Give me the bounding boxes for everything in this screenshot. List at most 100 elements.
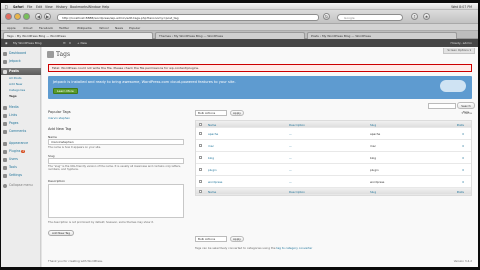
bookmark-item[interactable]: Wikipedia <box>77 26 92 30</box>
users-icon <box>3 157 7 162</box>
sidebar-item-appearance[interactable]: Appearance <box>1 140 41 147</box>
tag-posts-count[interactable]: 0 <box>462 180 464 184</box>
menu-help[interactable]: Help <box>102 5 109 9</box>
search-tags-button[interactable]: Search Tags <box>457 102 475 114</box>
search-field[interactable]: Google <box>337 13 403 21</box>
search-tags-input[interactable] <box>428 103 456 109</box>
sidebar-item-pages[interactable]: Pages <box>1 120 41 127</box>
column-slug[interactable]: Slug <box>370 123 376 127</box>
sidebar-item-users[interactable]: Users <box>1 156 41 163</box>
address-bar[interactable]: http://localhost:8888/wordpress/wp-admin… <box>57 13 319 21</box>
admin-bar-user[interactable]: Howdy, admin <box>450 41 472 45</box>
tab-themes[interactable]: Themes ‹ My WordPress Blog — WordPress <box>155 32 305 39</box>
column-slug[interactable]: Slug <box>370 190 376 194</box>
mac-menu-bar:  Safari File Edit View History Bookmark… <box>1 3 478 10</box>
tag-posts-count[interactable]: 0 <box>462 168 464 172</box>
menu-bookmarks[interactable]: Bookmarks <box>70 5 88 9</box>
bookmark-item[interactable]: Apple <box>7 26 16 30</box>
sidebar-item-tools[interactable]: Tools <box>1 164 41 171</box>
tab-posts[interactable]: Posts ‹ My WordPress Blog — WordPress <box>307 32 457 39</box>
admin-bar-new[interactable]: + New <box>77 41 87 45</box>
forward-arrow-icon[interactable]: ▶ <box>44 13 51 20</box>
sidebar-subitem-all-posts[interactable]: All Posts <box>1 76 41 82</box>
tag-posts-count[interactable]: 0 <box>462 156 464 160</box>
add-new-tag-button[interactable]: Add New Tag <box>48 230 75 236</box>
tag-name-link[interactable]: apache <box>208 132 218 136</box>
column-description[interactable]: Description <box>289 123 305 127</box>
sidebar-subitem-categories[interactable]: Categories <box>1 88 41 94</box>
bookmark-item[interactable]: iCloud <box>23 26 32 30</box>
sidebar-item-comments[interactable]: Comments <box>1 128 41 135</box>
tag-name-link[interactable]: blog <box>208 156 214 160</box>
bookmark-item[interactable]: News <box>115 26 123 30</box>
tab-tags[interactable]: Tags ‹ My WordPress Blog — WordPress <box>3 32 153 39</box>
column-posts[interactable]: Posts <box>457 190 464 194</box>
row-checkbox[interactable] <box>199 180 202 183</box>
row-checkbox[interactable] <box>199 156 202 159</box>
jetpack-banner-text: Jetpack is installed and ready to bring … <box>53 80 236 84</box>
menu-window[interactable]: Window <box>88 5 101 9</box>
menu-app[interactable]: Safari <box>13 5 24 9</box>
row-checkbox[interactable] <box>199 168 202 171</box>
bookmark-item[interactable]: Facebook <box>39 26 53 30</box>
dashboard-icon <box>3 51 7 56</box>
tag-description-textarea[interactable] <box>48 184 184 218</box>
tag-slug-input[interactable] <box>48 158 184 164</box>
tag-posts-count[interactable]: 0 <box>462 144 464 148</box>
column-posts[interactable]: Posts <box>457 123 464 127</box>
sidebar-item-media[interactable]: Media <box>1 104 41 111</box>
sidebar-collapse[interactable]: Collapse menu <box>1 182 41 189</box>
minimize-window-icon[interactable] <box>14 13 21 20</box>
reload-icon[interactable]: ↻ <box>323 13 330 20</box>
admin-bar-comments[interactable]: 0 <box>69 41 71 45</box>
sidebar-item-settings[interactable]: Settings <box>1 172 41 179</box>
tag-description: — <box>289 132 292 136</box>
tag-name-link[interactable]: plugin <box>208 168 217 172</box>
sidebar-item-jetpack[interactable]: Jetpack <box>1 58 41 65</box>
admin-bar-site[interactable]: My WordPress Blog <box>13 41 42 45</box>
jetpack-learn-more-button[interactable]: Learn More <box>53 88 78 94</box>
select-all-checkbox[interactable] <box>199 190 202 193</box>
close-window-icon[interactable] <box>5 13 12 20</box>
row-checkbox[interactable] <box>199 132 202 135</box>
column-name[interactable]: Name <box>208 123 216 127</box>
tools-icon <box>3 165 7 170</box>
tag-posts-count[interactable]: 0 <box>462 132 464 136</box>
menu-edit[interactable]: Edit <box>36 5 42 9</box>
screen-options-button[interactable]: Screen Options ▾ <box>443 48 475 54</box>
back-arrow-icon[interactable]: ◀ <box>35 13 42 20</box>
wp-logo-icon[interactable]: ◉ <box>5 41 8 45</box>
sidebar-item-links[interactable]: Links <box>1 112 41 119</box>
converter-note: Tags can be selectively converted to cat… <box>195 246 313 250</box>
sidebar-item-plugins[interactable]: Plugins 2 <box>1 148 41 155</box>
bookmark-item[interactable]: Twitter <box>59 26 69 30</box>
menu-view[interactable]: View <box>45 5 53 9</box>
converter-link[interactable]: tag to category converter <box>276 246 312 250</box>
apply-button[interactable]: Apply <box>230 236 244 242</box>
select-all-checkbox[interactable] <box>199 123 202 126</box>
row-checkbox[interactable] <box>199 144 202 147</box>
share-icon[interactable]: ↑ <box>411 13 418 20</box>
bulk-actions-select[interactable]: Bulk Actions <box>195 110 227 116</box>
apple-icon[interactable]:  <box>5 4 7 9</box>
menu-history[interactable]: History <box>56 5 67 9</box>
sidebar-item-dashboard[interactable]: Dashboard <box>1 50 41 57</box>
bookmark-icon[interactable]: ★ <box>423 13 430 20</box>
column-name[interactable]: Name <box>208 190 216 194</box>
bookmark-item[interactable]: Popular <box>129 26 140 30</box>
sidebar-subitem-tags[interactable]: Tags <box>1 94 41 100</box>
tag-name-link[interactable]: mac <box>208 144 214 148</box>
popular-tag-link[interactable]: marvin stephen <box>48 116 188 120</box>
tag-name-link[interactable]: wordpress <box>208 180 222 184</box>
comments-icon[interactable]: ✉ <box>63 41 66 45</box>
zoom-window-icon[interactable] <box>23 13 30 20</box>
plugins-update-badge: 2 <box>21 150 26 154</box>
bulk-actions-select[interactable]: Bulk Actions <box>195 236 227 242</box>
column-description[interactable]: Description <box>289 190 305 194</box>
tag-name-input[interactable]: marvinstephen <box>48 139 184 145</box>
apply-button[interactable]: Apply <box>230 110 244 116</box>
menu-file[interactable]: File <box>27 5 32 9</box>
sidebar-item-posts[interactable]: Posts <box>1 68 41 75</box>
bookmark-item[interactable]: Yahoo! <box>99 26 109 30</box>
sidebar-subitem-add-new[interactable]: Add New <box>1 82 41 88</box>
